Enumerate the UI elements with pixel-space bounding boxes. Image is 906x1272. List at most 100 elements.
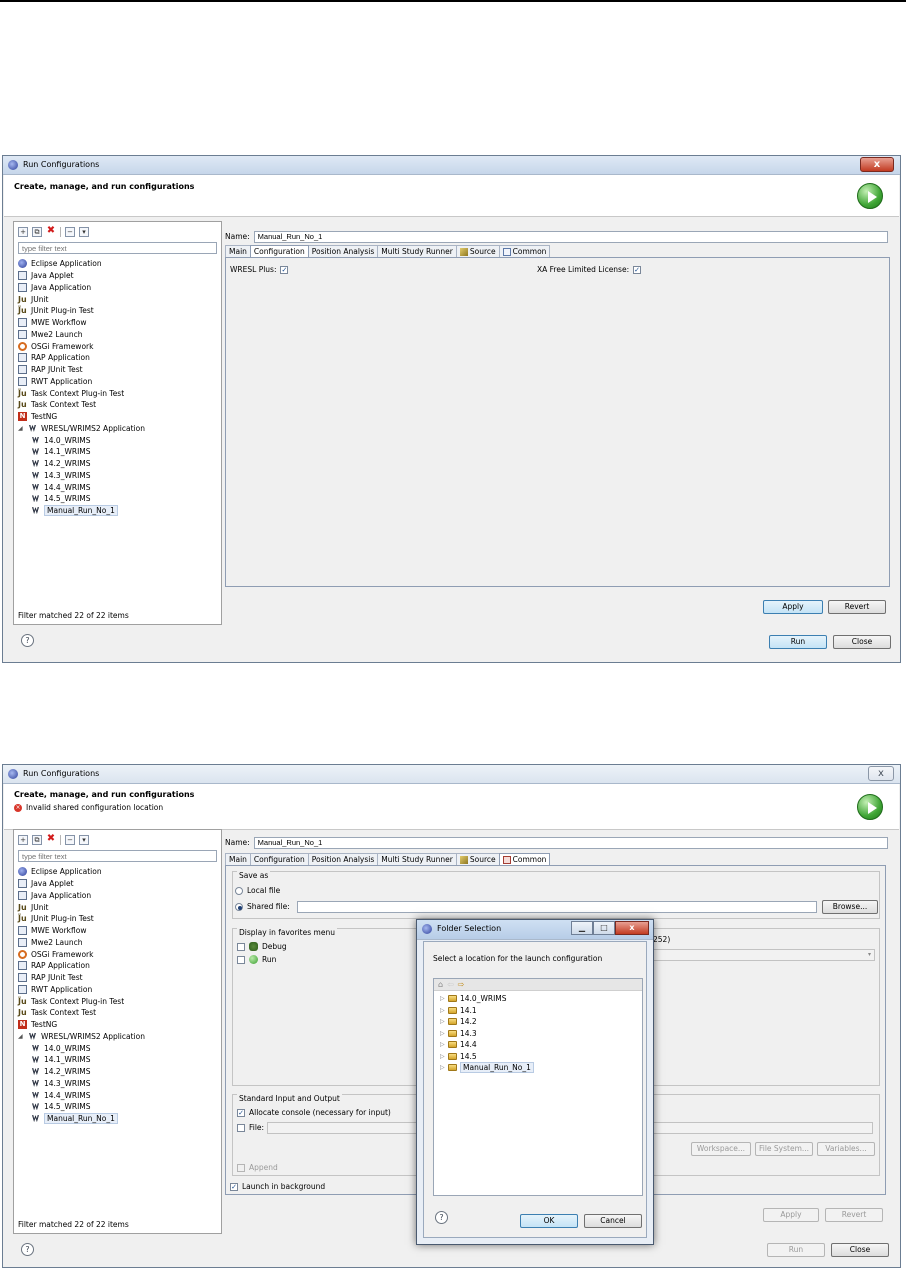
encoding-select[interactable]: ▾ xyxy=(653,949,875,961)
append-option[interactable]: Append xyxy=(237,1163,278,1172)
tree-item[interactable]: Eclipse Application xyxy=(18,866,217,878)
run-checkbox[interactable] xyxy=(237,955,245,964)
run-button[interactable]: Run xyxy=(767,1243,825,1257)
tab-position-analysis[interactable]: Position Analysis xyxy=(307,853,379,865)
tree-child-item[interactable]: 14.0_WRIMS xyxy=(18,434,217,446)
workspace-button[interactable]: Workspace... xyxy=(691,1142,751,1156)
tab-main[interactable]: Main xyxy=(225,245,251,257)
tree-item[interactable]: Ju JUnit xyxy=(18,901,217,913)
tree-child-item-selected[interactable]: Manual_Run_No_1 xyxy=(18,505,217,517)
variables-button[interactable]: Variables... xyxy=(817,1142,875,1156)
local-file-option[interactable]: Local file xyxy=(235,886,280,895)
xa-license-checkbox[interactable] xyxy=(633,265,642,274)
close-window-button[interactable]: x xyxy=(868,766,894,781)
tree-child-item[interactable]: 14.5_WRIMS xyxy=(18,493,217,505)
dialog-help-icon[interactable]: ? xyxy=(435,1211,448,1224)
tab-multi-study-runner[interactable]: Multi Study Runner xyxy=(377,245,457,257)
tree-item[interactable]: MWE Workflow xyxy=(18,925,217,937)
file-option[interactable]: File: xyxy=(237,1123,264,1132)
tree-item[interactable]: Mwe2 Launch xyxy=(18,329,217,341)
tab-configuration[interactable]: Configuration xyxy=(249,245,309,257)
tree-item[interactable]: RAP Application xyxy=(18,352,217,364)
tree-item[interactable]: J̃u JUnit Plug-in Test xyxy=(18,913,217,925)
tree-item[interactable]: RAP JUnit Test xyxy=(18,972,217,984)
expand-icon[interactable]: ▷ xyxy=(440,1030,445,1037)
filter-icon[interactable]: ▾ xyxy=(79,835,89,845)
home-icon[interactable]: ⌂ xyxy=(438,980,443,989)
tree-item[interactable]: ◢ WRESL/WRIMS2 Application xyxy=(18,1031,217,1043)
minimize-icon[interactable]: ▁ xyxy=(571,921,593,935)
close-window-button[interactable]: x xyxy=(860,157,894,172)
tab-common[interactable]: Common xyxy=(498,245,551,257)
file-checkbox[interactable] xyxy=(237,1123,245,1132)
shared-file-radio[interactable] xyxy=(235,902,243,911)
tab-main[interactable]: Main xyxy=(225,853,251,865)
expand-icon[interactable]: ▷ xyxy=(440,1064,445,1071)
run-favorite[interactable]: Run xyxy=(237,955,276,964)
debug-favorite[interactable]: Debug xyxy=(237,942,287,951)
tree-child-item[interactable]: 14.3_WRIMS xyxy=(18,1078,217,1090)
help-icon[interactable]: ? xyxy=(21,1243,34,1256)
delete-icon[interactable]: ✖ xyxy=(46,834,56,845)
forward-arrow-icon[interactable]: ⇨ xyxy=(458,980,465,989)
close-button[interactable]: Close xyxy=(831,1243,889,1257)
wresl-plus-checkbox[interactable] xyxy=(280,265,289,274)
tree-child-item[interactable]: 14.2_WRIMS xyxy=(18,458,217,470)
folder-item[interactable]: ▷ 14.5 xyxy=(440,1051,642,1063)
file-system-button[interactable]: File System... xyxy=(755,1142,813,1156)
tree-child-item-selected[interactable]: Manual_Run_No_1 xyxy=(18,1113,217,1125)
tree-child-item[interactable]: 14.1_WRIMS xyxy=(18,1054,217,1066)
allocate-console-checkbox[interactable] xyxy=(237,1108,245,1117)
folder-item[interactable]: ▷ 14.3 xyxy=(440,1028,642,1040)
tree-child-item[interactable]: 14.2_WRIMS xyxy=(18,1066,217,1078)
tree-item[interactable]: OSGi Framework xyxy=(18,948,217,960)
ok-button[interactable]: OK xyxy=(520,1214,578,1228)
tree-child-item[interactable]: 14.0_WRIMS xyxy=(18,1042,217,1054)
collapse-all-icon[interactable]: − xyxy=(65,835,75,845)
append-checkbox[interactable] xyxy=(237,1163,245,1172)
allocate-console-option[interactable]: Allocate console (necessary for input) xyxy=(237,1108,391,1117)
tree-item[interactable]: Mwe2 Launch xyxy=(18,937,217,949)
duplicate-icon[interactable]: ⧉ xyxy=(32,227,42,237)
tree-item[interactable]: Eclipse Application xyxy=(18,258,217,270)
tree-item[interactable]: RAP Application xyxy=(18,960,217,972)
folder-item[interactable]: ▷ 14.1 xyxy=(440,1005,642,1017)
tree-item[interactable]: Ju Task Context Test xyxy=(18,399,217,411)
revert-button[interactable]: Revert xyxy=(828,600,886,614)
revert-button[interactable]: Revert xyxy=(825,1208,883,1222)
launch-background-checkbox[interactable] xyxy=(230,1182,238,1191)
collapse-triangle-icon[interactable]: ◢ xyxy=(18,1033,24,1040)
expand-icon[interactable]: ▷ xyxy=(440,1007,445,1014)
tab-source[interactable]: Source xyxy=(455,245,500,257)
cancel-button[interactable]: Cancel xyxy=(584,1214,642,1228)
tree-item[interactable]: Ju JUnit xyxy=(18,293,217,305)
debug-checkbox[interactable] xyxy=(237,942,245,951)
folder-item[interactable]: ▷ 14.0_WRIMS xyxy=(440,993,642,1005)
tree-item[interactable]: J̃u Task Context Plug-in Test xyxy=(18,995,217,1007)
folder-item[interactable]: ▷ 14.2 xyxy=(440,1016,642,1028)
name-input[interactable] xyxy=(253,230,888,243)
tree-child-item[interactable]: 14.4_WRIMS xyxy=(18,481,217,493)
tree-child-item[interactable]: 14.4_WRIMS xyxy=(18,1089,217,1101)
new-config-icon[interactable]: + xyxy=(18,227,28,237)
tree-item[interactable]: Java Applet xyxy=(18,270,217,282)
tree-item[interactable]: OSGi Framework xyxy=(18,340,217,352)
tab-configuration[interactable]: Configuration xyxy=(249,853,309,865)
apply-button[interactable]: Apply xyxy=(763,600,823,614)
tab-position-analysis[interactable]: Position Analysis xyxy=(307,245,379,257)
tree-item[interactable]: RAP JUnit Test xyxy=(18,364,217,376)
delete-icon[interactable]: ✖ xyxy=(46,226,56,237)
apply-button[interactable]: Apply xyxy=(763,1208,819,1222)
folder-item[interactable]: ▷ 14.4 xyxy=(440,1039,642,1051)
shared-file-input[interactable] xyxy=(297,901,817,913)
tree-child-item[interactable]: 14.3_WRIMS xyxy=(18,470,217,482)
tree-item[interactable]: N TestNG xyxy=(18,411,217,423)
tree-item[interactable]: J̃u Task Context Plug-in Test xyxy=(18,387,217,399)
expand-icon[interactable]: ▷ xyxy=(440,1018,445,1025)
tree-item[interactable]: RWT Application xyxy=(18,376,217,388)
launch-background-option[interactable]: Launch in background xyxy=(230,1182,325,1191)
folder-item-selected[interactable]: ▷ Manual_Run_No_1 xyxy=(440,1062,642,1074)
new-config-icon[interactable]: + xyxy=(18,835,28,845)
help-icon[interactable]: ? xyxy=(21,634,34,647)
run-button[interactable]: Run xyxy=(769,635,827,649)
